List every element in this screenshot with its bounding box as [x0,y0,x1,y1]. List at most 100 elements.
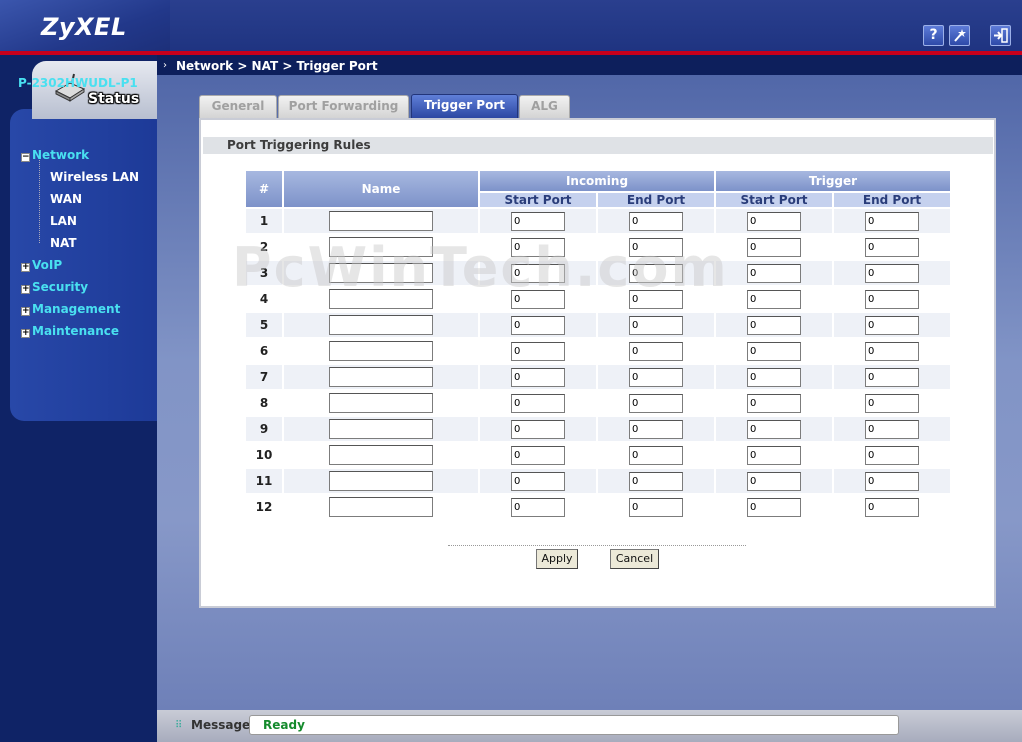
incoming-end-port-input[interactable] [629,315,683,335]
incoming-end-port-input[interactable] [629,341,683,361]
trigger-start-port-input[interactable] [747,497,801,517]
status-label: Status [88,91,140,107]
name-input[interactable] [329,341,433,361]
trigger-end-port-input[interactable] [865,341,919,361]
incoming-start-port-input[interactable] [511,419,565,439]
status-tab[interactable]: Status [32,61,157,119]
trigger-end-port-input[interactable] [865,471,919,491]
trigger-end-port-input[interactable] [865,315,919,335]
tab-alg[interactable]: ALG [519,95,570,118]
incoming-start-port-input[interactable] [511,367,565,387]
trigger-start-port-input[interactable] [747,367,801,387]
incoming-start-port-input[interactable] [511,445,565,465]
name-input[interactable] [329,263,433,283]
trigger-start-port-input[interactable] [747,445,801,465]
nav-nat[interactable]: NAT [50,236,77,250]
device-name: P-2302HWUDL-P1 [18,76,138,90]
name-input[interactable] [329,315,433,335]
nav-voip[interactable]: + VoIP [21,258,62,272]
port-cell [716,235,832,259]
trigger-start-port-input[interactable] [747,341,801,361]
trigger-end-port-input[interactable] [865,211,919,231]
name-input[interactable] [329,367,433,387]
name-input[interactable] [329,419,433,439]
trigger-end-port-input[interactable] [865,263,919,283]
port-cell [834,443,950,467]
incoming-end-port-input[interactable] [629,237,683,257]
port-cell [834,469,950,493]
tree-line [39,160,40,243]
incoming-end-port-input[interactable] [629,367,683,387]
incoming-end-port-input[interactable] [629,497,683,517]
trigger-start-port-input[interactable] [747,289,801,309]
trigger-start-port-input[interactable] [747,211,801,231]
nav-security[interactable]: + Security [21,280,88,294]
port-cell [480,209,596,233]
tab-general[interactable]: General [199,95,277,118]
name-input[interactable] [329,471,433,491]
tab-trigger-port[interactable]: Trigger Port [411,94,518,118]
logout-icon[interactable] [990,25,1011,46]
help-icon[interactable]: ? [923,25,944,46]
incoming-end-port-input[interactable] [629,263,683,283]
apply-button[interactable]: Apply [536,549,578,569]
nav-network[interactable]: − Network [21,148,89,162]
tab-port-forwarding[interactable]: Port Forwarding [278,95,409,118]
trigger-start-port-input[interactable] [747,393,801,413]
incoming-start-port-input[interactable] [511,289,565,309]
nav-lan[interactable]: LAN [50,214,77,228]
expand-icon[interactable]: + [21,263,30,272]
wand-icon[interactable] [949,25,970,46]
trigger-end-port-input[interactable] [865,237,919,257]
incoming-end-port-input[interactable] [629,445,683,465]
trigger-start-port-input[interactable] [747,471,801,491]
trigger-end-port-input[interactable] [865,497,919,517]
incoming-start-port-input[interactable] [511,471,565,491]
incoming-start-port-input[interactable] [511,237,565,257]
cancel-button[interactable]: Cancel [610,549,659,569]
table-row: 2 [246,235,950,259]
row-number: 1 [246,209,282,233]
expand-icon[interactable]: + [21,307,30,316]
trigger-end-port-input[interactable] [865,419,919,439]
incoming-end-port-input[interactable] [629,419,683,439]
incoming-start-port-input[interactable] [511,341,565,361]
incoming-start-port-input[interactable] [511,263,565,283]
nav-maintenance[interactable]: + Maintenance [21,324,119,338]
port-cell [598,365,714,389]
name-input[interactable] [329,289,433,309]
trigger-end-port-input[interactable] [865,445,919,465]
row-number: 8 [246,391,282,415]
port-cell [834,417,950,441]
name-input[interactable] [329,445,433,465]
incoming-start-port-input[interactable] [511,315,565,335]
trigger-start-port-input[interactable] [747,263,801,283]
trigger-start-port-input[interactable] [747,419,801,439]
port-cell [716,365,832,389]
nav-wireless-lan[interactable]: Wireless LAN [50,170,139,184]
name-input[interactable] [329,497,433,517]
nav-wan[interactable]: WAN [50,192,82,206]
port-cell [598,287,714,311]
expand-icon[interactable]: + [21,329,30,338]
row-number: 7 [246,365,282,389]
name-input[interactable] [329,237,433,257]
trigger-end-port-input[interactable] [865,289,919,309]
incoming-end-port-input[interactable] [629,393,683,413]
incoming-start-port-input[interactable] [511,211,565,231]
name-input[interactable] [329,211,433,231]
name-input[interactable] [329,393,433,413]
col-header-trigger-end: End Port [834,193,950,207]
trigger-end-port-input[interactable] [865,367,919,387]
nav-management[interactable]: + Management [21,302,120,316]
trigger-end-port-input[interactable] [865,393,919,413]
collapse-icon[interactable]: − [21,153,30,162]
trigger-start-port-input[interactable] [747,237,801,257]
incoming-start-port-input[interactable] [511,497,565,517]
incoming-end-port-input[interactable] [629,471,683,491]
incoming-start-port-input[interactable] [511,393,565,413]
trigger-start-port-input[interactable] [747,315,801,335]
incoming-end-port-input[interactable] [629,289,683,309]
expand-icon[interactable]: + [21,285,30,294]
incoming-end-port-input[interactable] [629,211,683,231]
